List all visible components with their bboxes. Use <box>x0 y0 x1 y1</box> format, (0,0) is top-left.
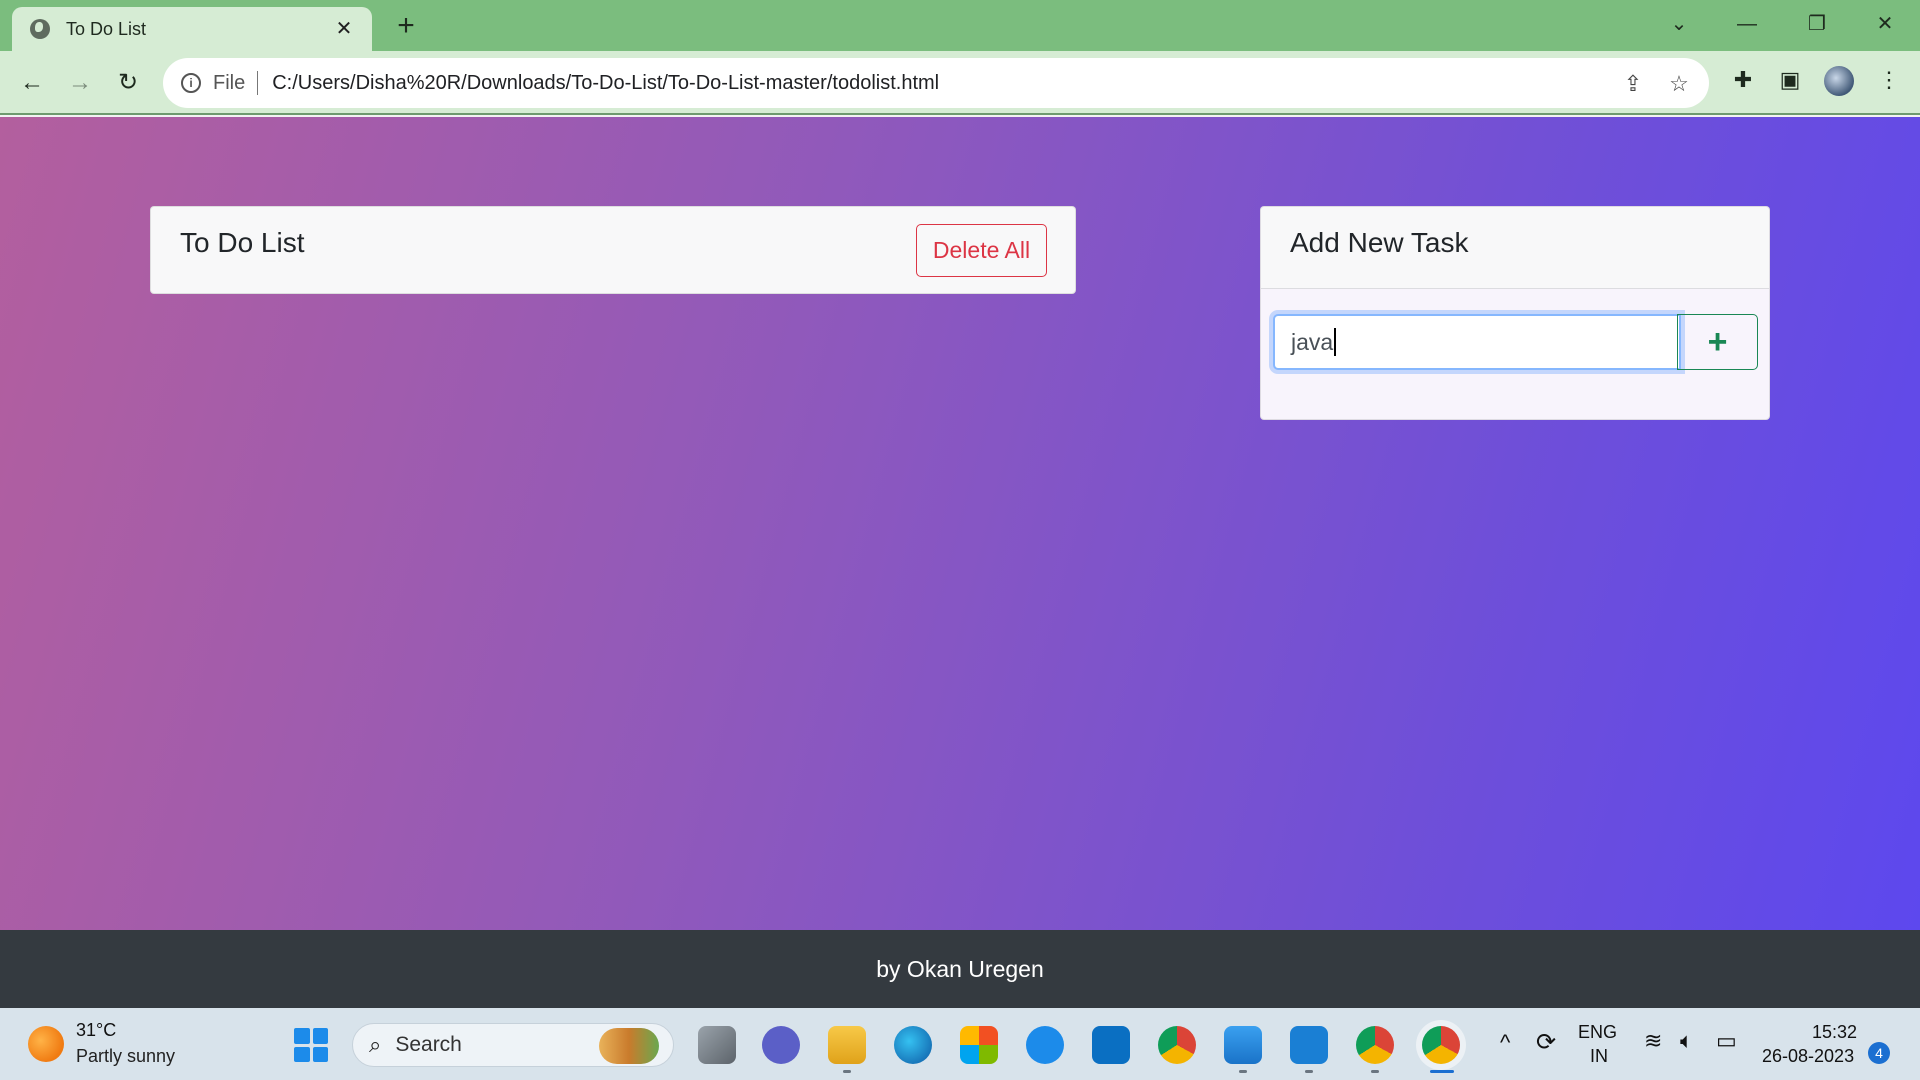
chrome-profile-icon[interactable] <box>1356 1026 1394 1064</box>
show-hidden-icons[interactable]: ^ <box>1500 1030 1510 1056</box>
menu-icon[interactable]: ⋮ <box>1874 65 1904 95</box>
side-panel-icon[interactable]: ▣ <box>1775 65 1805 95</box>
search-icon: ⌕ <box>369 1032 382 1057</box>
globe-icon <box>30 19 50 39</box>
teams-chat-icon[interactable] <box>762 1026 800 1064</box>
running-indicator <box>843 1070 851 1073</box>
browser-tabstrip: To Do List ✕ + ⌄ — ❐ ✕ <box>0 0 1920 51</box>
language-label[interactable]: ENG <box>1578 1022 1617 1043</box>
volume-icon[interactable]: 🔈︎ <box>1680 1028 1693 1054</box>
running-indicator <box>1305 1070 1313 1073</box>
share-icon[interactable]: ⇪ <box>1619 70 1647 98</box>
page-footer: by Okan Uregen <box>0 930 1920 1008</box>
todo-list-card: To Do List Delete All <box>150 206 1076 294</box>
notepad-icon[interactable] <box>1224 1026 1262 1064</box>
scheme-label: File <box>213 71 246 94</box>
add-task-title: Add New Task <box>1290 227 1469 258</box>
restore-icon[interactable]: ❐ <box>1794 8 1840 40</box>
delete-all-button[interactable]: Delete All <box>916 224 1047 277</box>
minimize-icon[interactable]: — <box>1724 8 1770 40</box>
weather-temperature[interactable]: 31°C <box>76 1020 116 1041</box>
info-icon[interactable]: i <box>181 73 201 93</box>
battery-icon[interactable]: ▭ <box>1716 1028 1737 1054</box>
edge-icon[interactable] <box>894 1026 932 1064</box>
text-cursor <box>1334 328 1337 356</box>
clock-date[interactable]: 26-08-2023 <box>1762 1046 1854 1067</box>
sync-icon[interactable]: ⟳ <box>1536 1028 1556 1057</box>
clock-time[interactable]: 15:32 <box>1812 1022 1857 1043</box>
active-indicator <box>1430 1070 1454 1073</box>
browser-toolbar: ← → ↻ i File C:/Users/Disha%20R/Download… <box>0 51 1920 115</box>
get-help-icon[interactable] <box>1026 1026 1064 1064</box>
start-icon[interactable] <box>294 1028 328 1062</box>
taskbar-search[interactable]: ⌕ Search <box>352 1023 674 1067</box>
store-icon[interactable] <box>960 1026 998 1064</box>
address-bar[interactable]: i File C:/Users/Disha%20R/Downloads/To-D… <box>163 58 1709 108</box>
tab-title: To Do List <box>66 18 147 39</box>
vscode-icon[interactable] <box>1290 1026 1328 1064</box>
address-divider <box>257 71 259 95</box>
todo-list-title: To Do List <box>180 227 305 258</box>
task-view-icon[interactable] <box>698 1026 736 1064</box>
extensions-icon[interactable]: ✚ <box>1728 65 1758 95</box>
search-highlight-image <box>599 1028 659 1064</box>
wifi-icon[interactable]: ≋ <box>1644 1028 1662 1054</box>
running-indicator <box>1239 1070 1247 1073</box>
add-task-button[interactable]: + <box>1677 314 1758 370</box>
profile-avatar[interactable] <box>1824 66 1854 96</box>
chrome-icon[interactable] <box>1158 1026 1196 1064</box>
task-input[interactable]: java <box>1273 314 1681 370</box>
search-label: Search <box>395 1033 462 1056</box>
weather-icon[interactable] <box>28 1026 64 1062</box>
close-tab-icon[interactable]: ✕ <box>332 17 356 41</box>
running-indicator <box>1371 1070 1379 1073</box>
task-input-value: java <box>1291 328 1334 355</box>
forward-icon[interactable]: → <box>62 65 98 101</box>
back-icon[interactable]: ← <box>14 65 50 101</box>
tab-search-icon[interactable]: ⌄ <box>1656 8 1702 40</box>
taskbar: 31°C Partly sunny ⌕ Search ^ ⟳ ENG IN ≋ … <box>0 1008 1920 1080</box>
new-tab-button[interactable]: + <box>390 10 422 42</box>
chrome-active-icon[interactable] <box>1422 1026 1460 1064</box>
browser-tab[interactable]: To Do List ✕ <box>12 7 372 51</box>
region-label[interactable]: IN <box>1590 1046 1608 1067</box>
url-text[interactable]: C:/Users/Disha%20R/Downloads/To-Do-List/… <box>272 72 939 95</box>
close-window-icon[interactable]: ✕ <box>1862 8 1908 40</box>
weather-description[interactable]: Partly sunny <box>76 1046 175 1067</box>
add-task-card: Add New Task java + <box>1260 206 1770 420</box>
page-viewport: To Do List Delete All Add New Task java … <box>0 117 1920 930</box>
notification-badge[interactable]: 4 <box>1868 1042 1890 1064</box>
file-explorer-icon[interactable] <box>828 1026 866 1064</box>
reload-icon[interactable]: ↻ <box>110 65 146 101</box>
myhp-icon[interactable] <box>1092 1026 1130 1064</box>
bookmark-star-icon[interactable]: ☆ <box>1665 70 1693 98</box>
